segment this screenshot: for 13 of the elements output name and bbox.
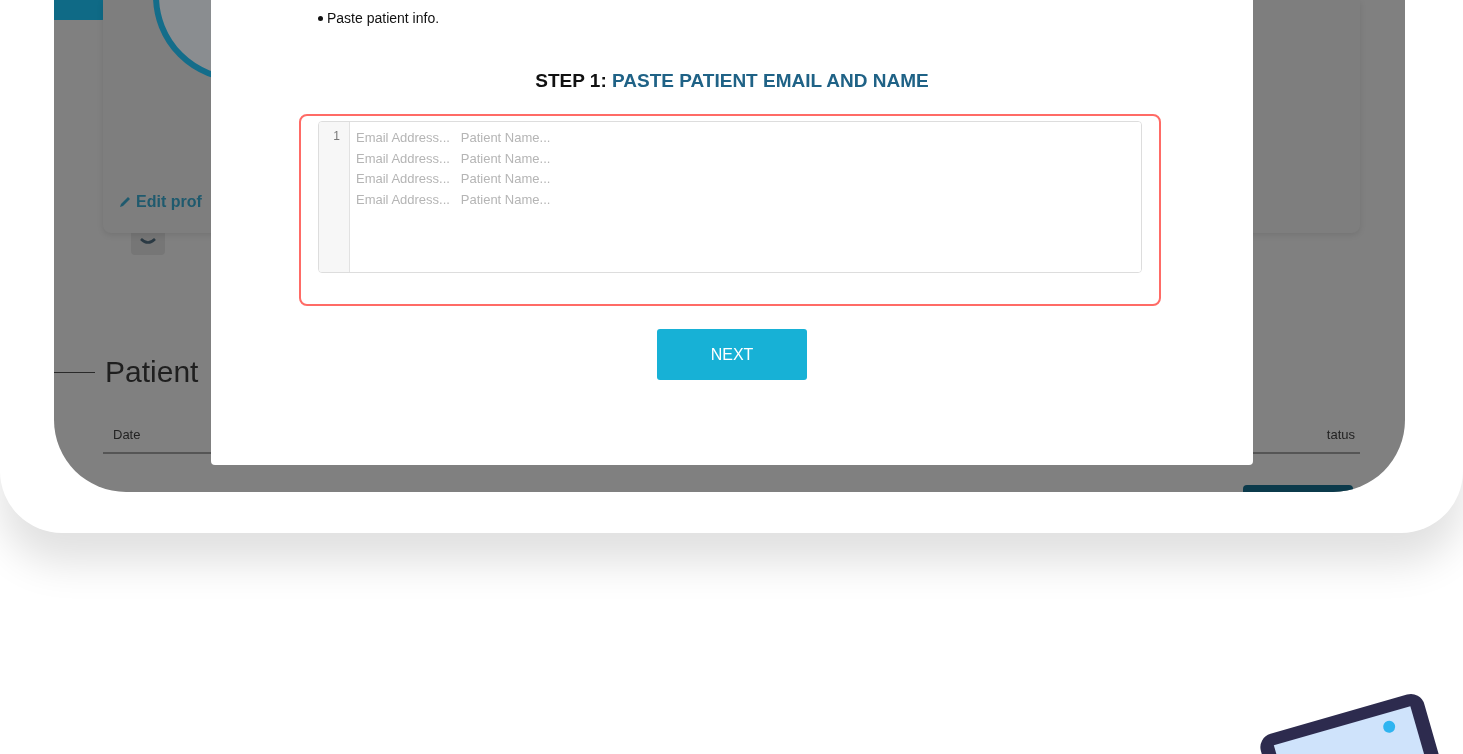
chevron-down-icon	[140, 238, 156, 246]
next-button[interactable]: NEXT	[657, 329, 807, 380]
instruction-text: Paste patient info.	[327, 10, 440, 26]
line-number: 1	[333, 129, 340, 143]
step-heading: STEP 1: PASTE PATIENT EMAIL AND NAME	[534, 70, 930, 92]
section-title: Patient	[105, 355, 199, 389]
paste-editor[interactable]: 1 Email Address... Patient Name... Email Address... Patient Name... Email Address... Patient Name... Email Address... Patient Name...	[318, 121, 1142, 273]
bullet-icon	[318, 15, 323, 21]
pencil-icon	[118, 195, 132, 209]
column-header: Date	[113, 427, 141, 442]
column-header: tatus	[1326, 427, 1355, 442]
header-shape	[54, 0, 106, 20]
edit-profile-link[interactable]: Edit prof	[118, 193, 202, 211]
